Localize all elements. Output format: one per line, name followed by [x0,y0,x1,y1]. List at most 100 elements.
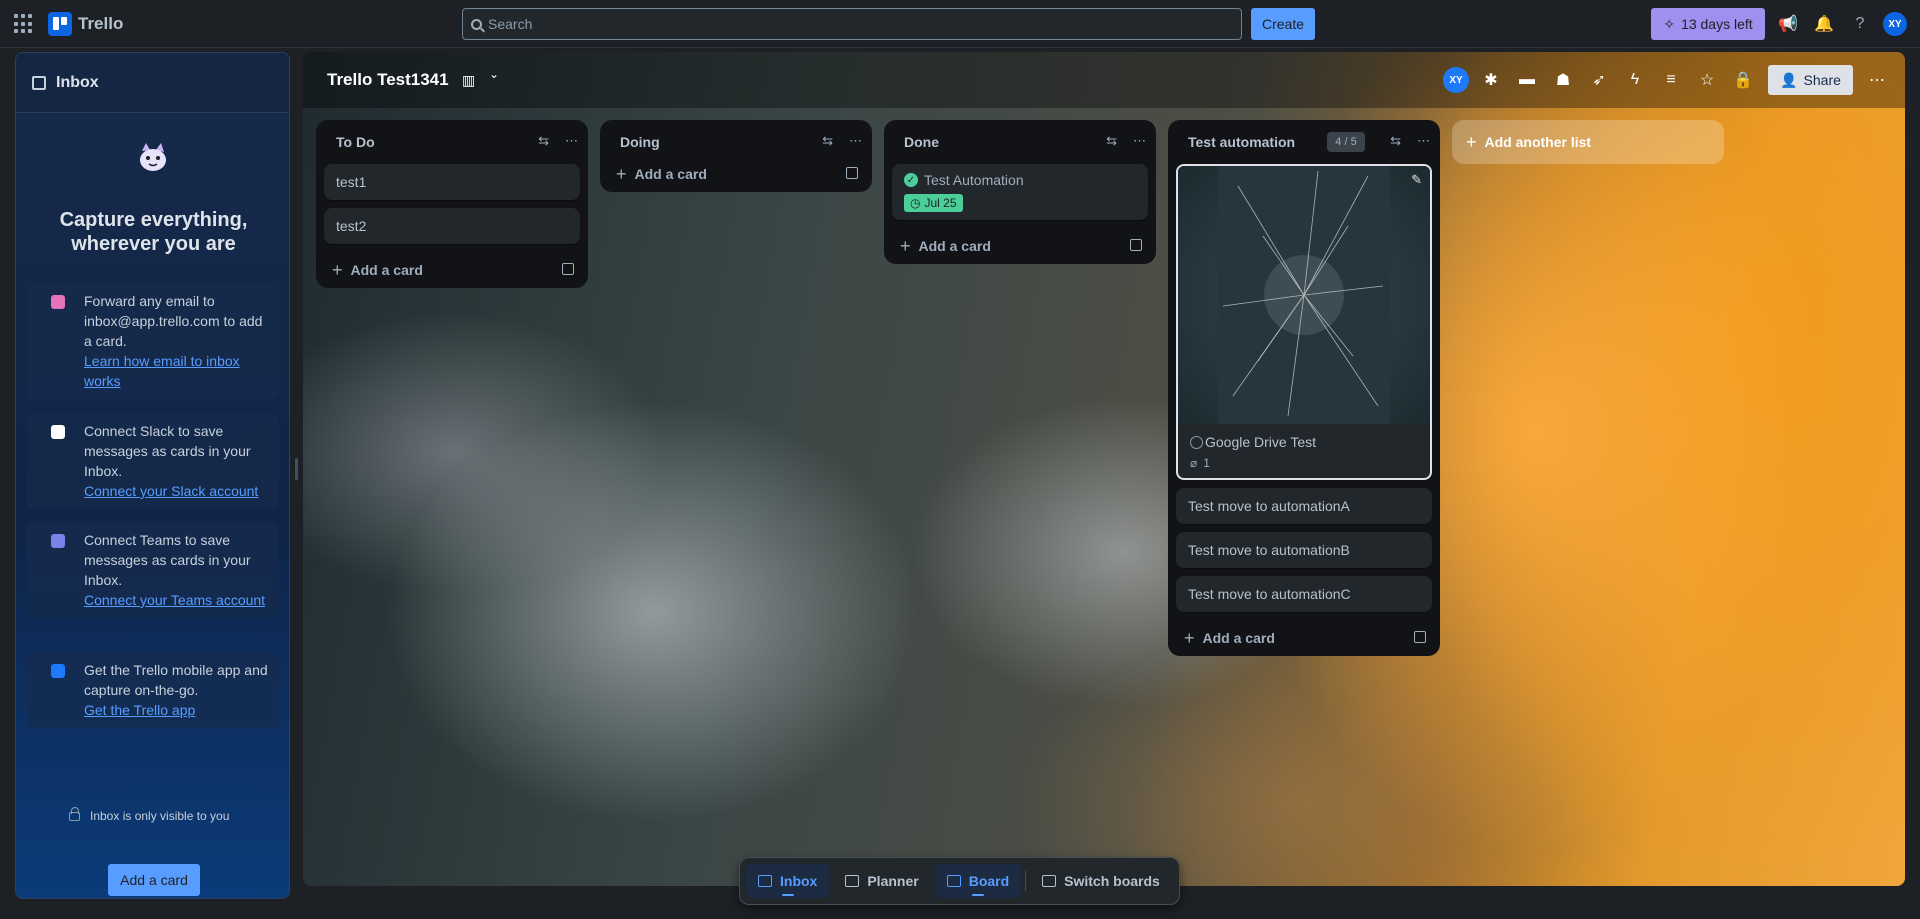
card[interactable]: Test move to automationB [1176,532,1432,568]
sparkle-icon: ✧ [1663,15,1676,32]
teams-icon [51,534,65,548]
add-another-list-button[interactable]: + Add another list [1452,120,1724,164]
lock-icon [69,806,80,821]
slack-power-up-icon[interactable]: ✱ [1479,68,1503,92]
notifications-bell-icon[interactable]: 🔔 [1812,12,1836,36]
list-title[interactable]: Done [904,134,939,150]
card-template-icon[interactable] [1130,239,1142,251]
create-button[interactable]: Create [1251,8,1315,40]
card-google-drive-test[interactable]: ✎ Google Drive Test ⌀ 1 [1176,164,1432,480]
list-title[interactable]: To Do [336,134,375,150]
list-doing: Doing ⇆ ⋯ + Add a card [600,120,872,192]
filter-icon[interactable]: ≡ [1659,68,1683,92]
visibility-lock-icon[interactable]: 🔒 [1731,68,1755,92]
automation-lightning-icon[interactable]: ϟ [1623,68,1647,92]
plus-icon: + [332,259,343,280]
card[interactable]: Test move to automationA [1176,488,1432,524]
board-member-avatar[interactable]: XY [1443,67,1469,93]
account-avatar[interactable]: XY [1883,12,1907,36]
add-card-button[interactable]: + Add a card [316,252,588,288]
inbox-add-card-button[interactable]: Add a card [108,864,200,896]
divider [1025,871,1027,891]
add-card-button[interactable]: + Add a card [600,156,872,192]
add-person-icon: 👤 [1780,71,1798,88]
card[interactable]: Test move to automationC [1176,576,1432,612]
search-input[interactable] [488,16,1188,32]
trial-label: 13 days left [1681,16,1753,32]
more-menu-icon[interactable]: ⋯ [1865,68,1889,92]
inbox-title: Inbox [56,73,99,91]
panel-resize-handle[interactable] [295,458,298,480]
list-actions-icon[interactable]: ⋯ [565,133,578,149]
due-date-badge[interactable]: ◷ Jul 25 [904,194,963,212]
trial-days-button[interactable]: ✧ 13 days left [1651,8,1765,40]
email-tip-link[interactable]: Learn how email to inbox works [84,351,269,391]
slack-tip-link[interactable]: Connect your Slack account [84,481,269,501]
edit-card-icon[interactable]: ✎ [1411,172,1422,188]
announcements-icon[interactable]: 📢 [1776,12,1800,36]
collapse-list-icon[interactable]: ⇆ [1106,133,1117,149]
complete-check-icon[interactable]: ✓ [904,173,918,187]
card-cover-icon[interactable]: ▬ [1515,68,1539,92]
list-actions-icon[interactable]: ⋯ [1133,133,1146,149]
card-template-icon[interactable] [562,263,574,275]
switcher-label: Switch boards [1064,873,1160,889]
board-icon [946,875,961,887]
list-to-do: To Do ⇆ ⋯ test1 test2 + Add a card [316,120,588,288]
trello-logo-icon [48,12,72,36]
switcher-switch-boards[interactable]: Switch boards [1030,864,1172,898]
search-box[interactable] [462,8,1242,40]
list-title[interactable]: Doing [620,134,660,150]
due-date: Jul 25 [924,196,957,210]
taco-mascot-icon [140,143,166,171]
mobile-app-tip: Get the Trello mobile app and capture on… [27,652,279,728]
card-title: Google Drive Test [1205,434,1317,450]
attachment-count: 1 [1203,456,1210,470]
add-card-label: Add a card [350,262,423,278]
list-actions-icon[interactable]: ⋯ [1417,133,1430,149]
clock-icon: ◷ [910,196,921,210]
collapse-list-icon[interactable]: ⇆ [1390,133,1401,149]
switch-boards-icon [1042,875,1057,887]
board-title[interactable]: Trello Test1341 [327,70,449,90]
card[interactable]: test2 [324,208,580,244]
list-title[interactable]: Test automation [1188,134,1295,150]
email-tip: Forward any email to inbox@app.trello.co… [27,283,279,399]
list-header: Test automation 4 / 5 ⇆ ⋯ [1168,120,1440,164]
card-template-icon[interactable] [1414,631,1426,643]
chevron-down-icon[interactable]: ⌄ [489,67,499,81]
app-switcher-icon[interactable] [14,14,34,34]
mobile-app-icon [51,664,65,678]
card-test-automation[interactable]: ✓ Test Automation ◷ Jul 25 [892,164,1148,220]
add-card-button[interactable]: + Add a card [1168,620,1440,656]
plus-icon: + [900,235,911,256]
add-card-label: Add a card [634,166,707,182]
attachment-badge: ⌀ 1 [1190,456,1418,470]
help-icon[interactable]: ? [1848,12,1872,36]
add-card-button[interactable]: + Add a card [884,228,1156,264]
share-button[interactable]: 👤 Share [1768,65,1853,95]
card[interactable]: test1 [324,164,580,200]
collapse-list-icon[interactable]: ⇆ [538,133,549,149]
teams-tip-link[interactable]: Connect your Teams account [84,590,269,610]
inbox-header: Inbox [16,53,289,113]
paperclip-icon: ⌀ [1190,456,1198,470]
email-icon [51,295,65,309]
card-template-icon[interactable] [846,167,858,179]
board-view-icon[interactable]: ▥ [462,72,475,89]
switcher-planner[interactable]: Planner [833,864,930,898]
star-icon[interactable]: ☆ [1695,68,1719,92]
card-cover-image: ✎ [1178,166,1430,424]
inbox-panel: Inbox Capture everything, wherever you a… [15,52,290,899]
mobile-tip-link[interactable]: Get the Trello app [84,700,269,720]
collapse-list-icon[interactable]: ⇆ [822,133,833,149]
mobile-tip-text: Get the Trello mobile app and capture on… [84,662,268,698]
trello-logo[interactable]: Trello [48,12,123,36]
switcher-inbox[interactable]: Inbox [746,864,830,898]
switcher-board[interactable]: Board [934,864,1022,898]
list-actions-icon[interactable]: ⋯ [849,133,862,149]
complete-circle-icon[interactable] [1190,435,1203,449]
butler-robot-icon[interactable]: ☗ [1551,68,1575,92]
power-ups-rocket-icon[interactable]: ➶ [1587,68,1611,92]
share-label: Share [1803,72,1841,88]
